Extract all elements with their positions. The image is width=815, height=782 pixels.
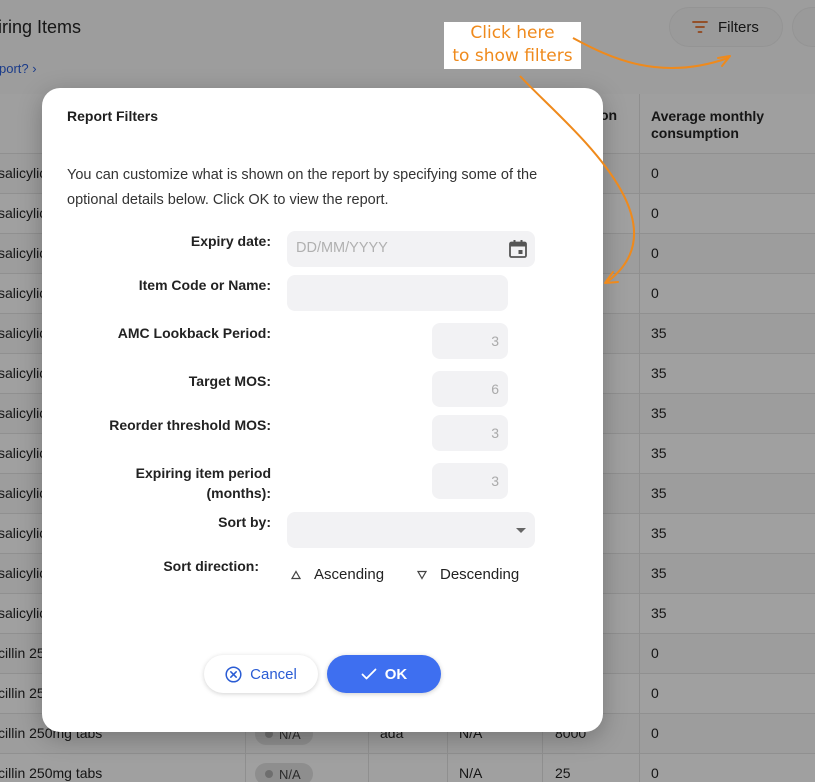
annotation-arrows (519, 37, 731, 284)
arrow-to-filters-icon (572, 37, 729, 70)
arrow-to-dialog-icon (519, 75, 635, 283)
